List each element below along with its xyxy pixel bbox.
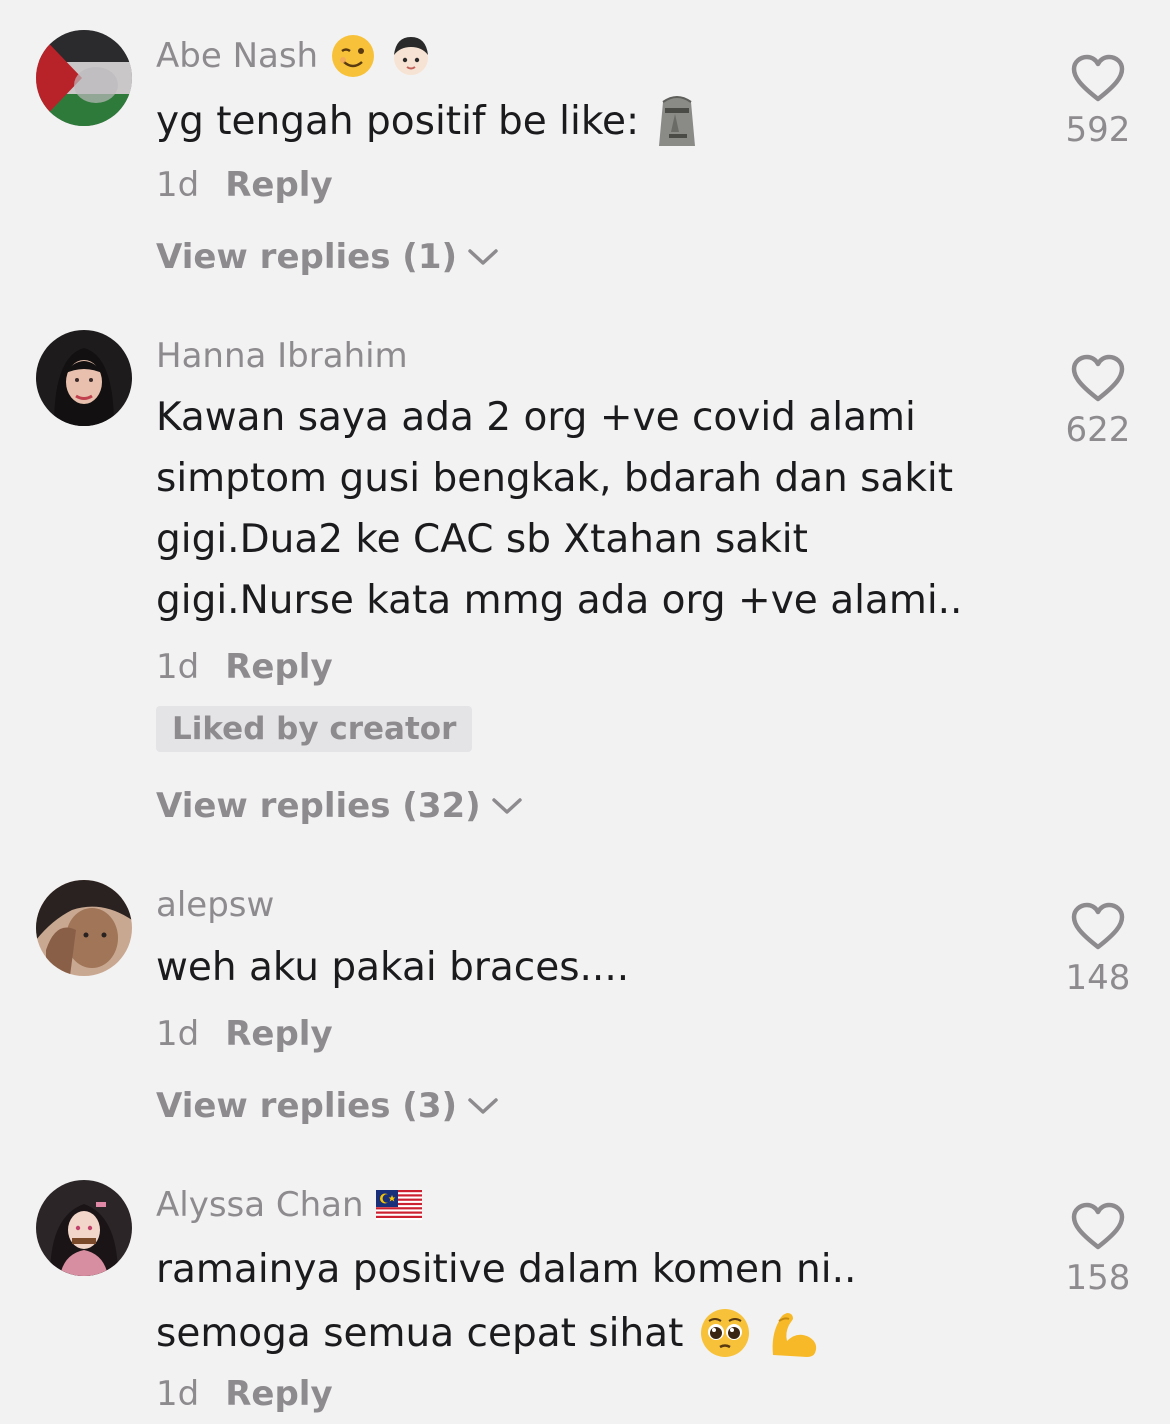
- heart-icon: [1071, 54, 1125, 102]
- timestamp: 1d: [156, 165, 200, 205]
- reply-button[interactable]: Reply: [225, 165, 332, 205]
- comment-item: alepsw weh aku pakai braces.... 1d Reply…: [0, 850, 1170, 1150]
- avatar[interactable]: [36, 880, 132, 976]
- timestamp: 1d: [156, 647, 200, 687]
- like-count: 148: [1065, 958, 1131, 998]
- avatar[interactable]: [36, 330, 132, 426]
- view-replies-button[interactable]: View replies (3): [156, 1086, 499, 1126]
- palestine-flag-avatar-icon: [36, 30, 132, 126]
- avatar[interactable]: [36, 1180, 132, 1276]
- like-button[interactable]: 592: [1056, 54, 1140, 150]
- chevron-down-icon: [491, 798, 522, 814]
- avatar[interactable]: [36, 30, 132, 126]
- pleading-face-emoji: [699, 1307, 751, 1359]
- comment-meta: 1d Reply: [156, 165, 333, 205]
- reply-button[interactable]: Reply: [225, 647, 332, 687]
- like-button[interactable]: 622: [1056, 354, 1140, 450]
- comment-meta: 1d Reply: [156, 647, 333, 687]
- like-count: 158: [1065, 1258, 1131, 1298]
- timestamp: 1d: [156, 1374, 200, 1414]
- comment-text: Kawan saya ada 2 org +ve covid alami sim…: [156, 395, 963, 623]
- username[interactable]: alepsw: [156, 880, 274, 930]
- like-count: 622: [1065, 410, 1131, 450]
- malaysia-flag-emoji: [375, 1190, 422, 1220]
- comment-meta: 1d Reply: [156, 1374, 333, 1414]
- comment-text: yg tengah positif be like:: [156, 91, 986, 152]
- heart-icon: [1071, 902, 1125, 950]
- chevron-down-icon: [468, 1098, 498, 1114]
- comment-item: Hanna Ibrahim Kawan saya ada 2 org +ve c…: [0, 300, 1170, 850]
- comment-text: weh aku pakai braces....: [156, 945, 630, 990]
- wink-face-emoji: [330, 33, 376, 79]
- user-photo-avatar-icon: [36, 880, 132, 976]
- username[interactable]: Alyssa Chan: [156, 1180, 422, 1230]
- heart-icon: [1071, 1202, 1125, 1250]
- username[interactable]: Abe Nash: [156, 31, 434, 81]
- like-button[interactable]: 158: [1056, 1202, 1140, 1298]
- like-count: 592: [1065, 110, 1131, 150]
- comment-text: ramainya positive dalam komen ni.. semog…: [156, 1237, 986, 1365]
- view-replies-button[interactable]: View replies (32): [156, 786, 523, 826]
- username[interactable]: Hanna Ibrahim: [156, 331, 408, 381]
- user-photo-avatar-icon: [36, 330, 132, 426]
- flexed-biceps-emoji: [767, 1307, 819, 1359]
- timestamp: 1d: [156, 1014, 200, 1054]
- comment-item: Alyssa Chan ramainya positive dalam kome…: [0, 1150, 1170, 1424]
- heart-icon: [1071, 354, 1125, 402]
- moai-emoji: [655, 94, 699, 150]
- reply-button[interactable]: Reply: [225, 1374, 332, 1414]
- child-emoji: [388, 33, 434, 79]
- comment-item: Abe Nash yg tengah positif be like: 1d R…: [0, 0, 1170, 300]
- anime-character-avatar-icon: [36, 1180, 132, 1276]
- chevron-down-icon: [468, 249, 498, 265]
- liked-by-creator-badge: Liked by creator: [156, 706, 473, 752]
- reply-button[interactable]: Reply: [225, 1014, 332, 1054]
- like-button[interactable]: 148: [1056, 902, 1140, 998]
- comment-meta: 1d Reply: [156, 1014, 333, 1054]
- view-replies-button[interactable]: View replies (1): [156, 237, 499, 277]
